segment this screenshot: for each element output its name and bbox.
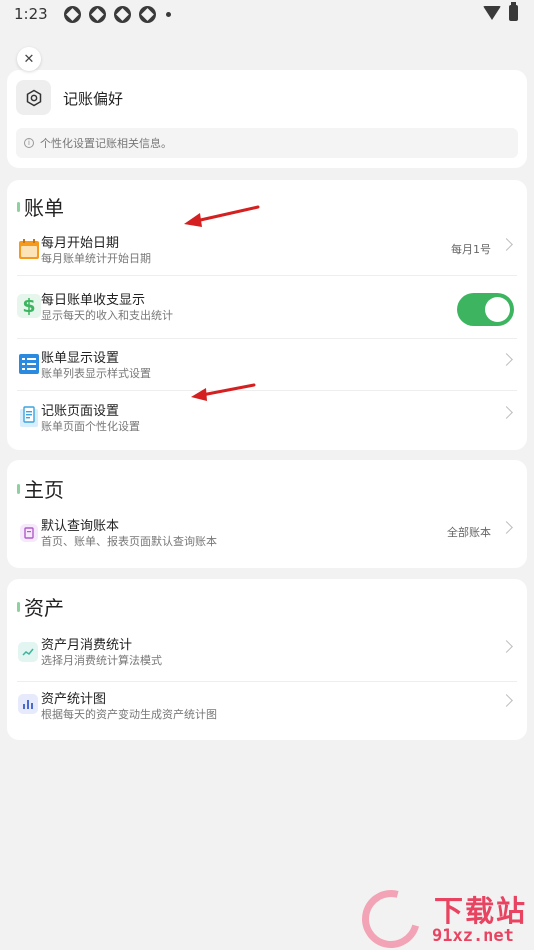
- section-title: 账单: [17, 192, 64, 221]
- chevron-right-icon: [500, 353, 513, 366]
- assets-section: 资产 资产月消费统计 选择月消费统计算法模式 资产统计图 根据每天的资产变动生成…: [7, 579, 527, 740]
- chevron-right-icon: [500, 640, 513, 653]
- daily-bill-display-toggle[interactable]: [457, 293, 514, 326]
- info-text: 个性化设置记账相关信息。: [40, 137, 172, 150]
- month-start-date-row[interactable]: 每月开始日期 每月账单统计开始日期 每月1号: [7, 223, 527, 279]
- watermark: 下载站 91xz.net: [351, 879, 534, 950]
- calendar-icon: [17, 237, 41, 261]
- bar-chart-icon: [18, 694, 38, 714]
- annotation-arrow: [191, 383, 256, 401]
- close-icon: ✕: [23, 51, 35, 67]
- watermark-text: 下载站: [434, 894, 528, 928]
- chevron-right-icon: [500, 238, 513, 251]
- bookkeeping-page-settings-row[interactable]: 记账页面设置 账单页面个性化设置: [7, 391, 527, 447]
- status-bar: 1:23: [0, 0, 534, 28]
- close-button[interactable]: ✕: [17, 47, 41, 71]
- ledger-icon: [20, 524, 38, 542]
- section-title: 主页: [17, 474, 64, 503]
- notification-icon: [113, 5, 131, 23]
- default-ledger-row[interactable]: 默认查询账本 首页、账单、报表页面默认查询账本 全部账本: [7, 506, 527, 562]
- daily-bill-display-row: $ 每日账单收支显示 显示每天的收入和支出统计: [7, 280, 527, 336]
- asset-monthly-consumption-row[interactable]: 资产月消费统计 选择月消费统计算法模式: [7, 625, 527, 681]
- status-time: 1:23: [14, 5, 48, 23]
- notification-icon: [88, 5, 106, 23]
- section-title: 资产: [17, 592, 64, 621]
- chevron-right-icon: [500, 694, 513, 707]
- dollar-icon: $: [17, 294, 41, 318]
- asset-chart-row[interactable]: 资产统计图 根据每天的资产变动生成资产统计图: [7, 679, 527, 735]
- page-title: 记账偏好: [63, 90, 124, 108]
- annotation-arrow: [184, 205, 260, 227]
- watermark-url: 91xz.net: [432, 926, 514, 946]
- trend-icon: [18, 642, 38, 662]
- wifi-icon: [483, 6, 501, 20]
- notification-icon: [138, 5, 156, 23]
- info-icon: i: [24, 138, 34, 148]
- notification-icon: [63, 5, 81, 23]
- bill-section: 账单 每月开始日期 每月账单统计开始日期 每月1号 $ 每日账单收支显示 显示每…: [7, 180, 527, 450]
- gear-icon: [16, 80, 51, 115]
- list-icon: [17, 352, 41, 376]
- receipt-icon: [17, 405, 41, 429]
- home-section: 主页 默认查询账本 首页、账单、报表页面默认查询账本 全部账本: [7, 460, 527, 568]
- chevron-right-icon: [500, 406, 513, 419]
- chevron-right-icon: [500, 521, 513, 534]
- bill-display-settings-row[interactable]: 账单显示设置 账单列表显示样式设置: [7, 338, 527, 394]
- info-banner: i 个性化设置记账相关信息。: [16, 128, 518, 158]
- battery-icon: [509, 2, 518, 21]
- more-notifications-icon: [165, 11, 171, 17]
- watermark-logo-icon: [351, 879, 431, 950]
- preferences-card: 记账偏好 i 个性化设置记账相关信息。: [7, 70, 527, 168]
